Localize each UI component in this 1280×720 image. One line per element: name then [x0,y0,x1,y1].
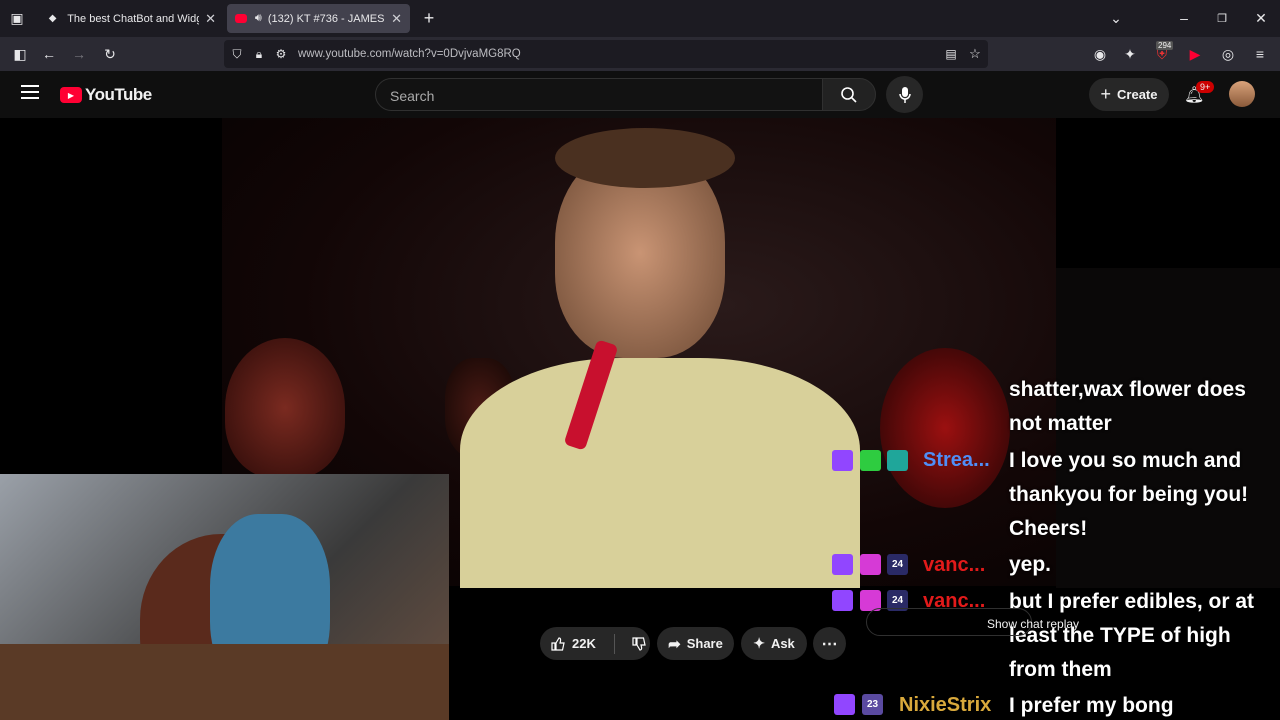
sparkle-icon: ✦ [753,635,765,651]
chat-username: NixieStrix [899,694,992,716]
thumbs-down-icon[interactable] [631,636,647,652]
search-placeholder: Search [390,88,435,104]
stage-light [880,348,1010,508]
chat-message: but I prefer edibles, or at [1009,590,1255,613]
url-text: www.youtube.com/watch?v=0DvjvaMG8RQ [298,48,521,60]
bookmark-star-icon[interactable]: ☆ [966,45,984,63]
chat-username: Strea... [923,449,990,471]
restore-icon[interactable]: ❐ [1213,9,1231,27]
chat-message: shatter,wax flower does [1009,378,1246,401]
reload-icon[interactable]: ↻ [101,45,119,63]
like-dislike-group: 22K [540,627,650,660]
divider [613,633,615,654]
year-badge-icon: 23 [862,694,883,715]
chatbot-favicon-icon: ◆ [48,13,57,24]
back-icon[interactable]: ← [40,45,58,63]
chat-username: vanc... [923,554,986,576]
audience-member [225,338,345,478]
tab-list-icon[interactable]: ▣ [8,9,26,27]
create-button[interactable]: + Create [1089,78,1169,111]
show-chat-replay-label: Show chat replay [987,617,1080,631]
youtube-header: ▶ YouTube Search + Create 🔔︎ 9+ [0,71,1280,118]
close-tab-icon[interactable]: ✕ [205,11,216,27]
plus-icon: + [1100,84,1112,104]
twitch-badge-icon [832,450,853,471]
tab-youtube[interactable]: 🔊︎ (132) KT #736 - JAMES MC ✕ [227,4,410,33]
youtube-logo-text: YouTube [85,85,152,104]
twitch-badge-icon [834,694,855,715]
youtube-favicon-icon [235,14,247,23]
hamburger-menu-icon[interactable] [21,85,39,99]
browser-tab-bar: ▣ ◆ The best ChatBot and Widgets f ✕ 🔊︎ … [0,0,1280,37]
share-label: Share [686,636,723,651]
chat-message: Cheers! [1009,517,1088,540]
bot-badge-icon [887,450,908,471]
new-tab-icon[interactable]: + [420,8,438,28]
streamer-table [0,644,449,720]
tab-title: (132) KT #736 - JAMES MC [267,12,385,25]
minimize-icon[interactable]: – [1175,9,1193,27]
search-icon [841,86,857,103]
microphone-icon [898,86,911,103]
chat-message: from them [1009,658,1112,681]
voice-search-button[interactable] [886,76,923,113]
search-input[interactable]: Search [375,78,823,111]
more-actions-button[interactable]: ⋯ [813,627,846,660]
account-icon[interactable]: ◉ [1091,45,1109,63]
performer-shirt [460,358,860,588]
extensions-icon[interactable]: ✦ [1121,45,1139,63]
youtube-logo[interactable]: ▶ YouTube [60,85,152,105]
shield-icon[interactable]: ⛉ [228,45,246,63]
performer-hair [555,128,735,188]
share-icon: ➦ [668,635,681,653]
browser-nav-bar: ◧ ← → ↻ ⛉ 🔒︎ ⚙ www.youtube.com/watch?v=0… [0,37,1280,71]
address-bar[interactable]: ⛉ 🔒︎ ⚙ www.youtube.com/watch?v=0DvjvaMG8… [224,40,988,68]
like-button[interactable]: 22K [550,636,596,652]
like-count: 22K [572,636,596,651]
speaker-icon[interactable]: 🔊︎ [255,12,262,25]
chat-message: thankyou for being you! [1009,483,1249,506]
chat-message: I love you so much and [1009,449,1242,472]
chat-message: not matter [1009,412,1112,435]
search-button[interactable] [822,78,876,111]
close-window-icon[interactable]: ✕ [1252,9,1270,27]
create-label: Create [1117,87,1158,102]
twitch-badge-icon [832,590,853,611]
thumbs-up-icon [551,636,565,651]
extension-badge: 294 [1156,41,1174,50]
tab-chatbot[interactable]: ◆ The best ChatBot and Widgets f ✕ [38,4,224,33]
avatar[interactable] [1229,81,1255,107]
subscriber-badge-icon [860,450,881,471]
mask-icon[interactable]: ◎ [1219,45,1237,63]
menu-icon[interactable]: ≡ [1251,45,1269,63]
year-badge-icon: 24 [887,554,908,575]
chat-message: I prefer my bong [1009,694,1174,717]
ask-label: Ask [770,636,795,651]
ask-button[interactable]: ✦ Ask [741,627,807,660]
reader-view-icon[interactable]: ▤ [942,45,960,63]
youtube-play-icon: ▶ [60,87,82,103]
permissions-icon[interactable]: ⚙ [272,45,290,63]
close-tab-icon[interactable]: ✕ [391,11,402,27]
gem-badge-icon [860,554,881,575]
lock-icon[interactable]: 🔒︎ [250,45,268,63]
twitch-badge-icon [832,554,853,575]
notification-count: 9+ [1196,81,1215,93]
forward-icon[interactable]: → [70,45,88,63]
youtube-extension-icon[interactable]: ▶ [1186,45,1204,63]
sidebar-icon[interactable]: ◧ [11,45,29,63]
chevron-down-icon[interactable]: ⌄ [1107,9,1125,27]
tab-title: The best ChatBot and Widgets f [67,12,199,25]
share-button[interactable]: ➦ Share [657,627,734,660]
more-horizontal-icon: ⋯ [821,635,838,653]
chat-message: yep. [1009,553,1052,576]
webcam-overlay [0,474,449,720]
